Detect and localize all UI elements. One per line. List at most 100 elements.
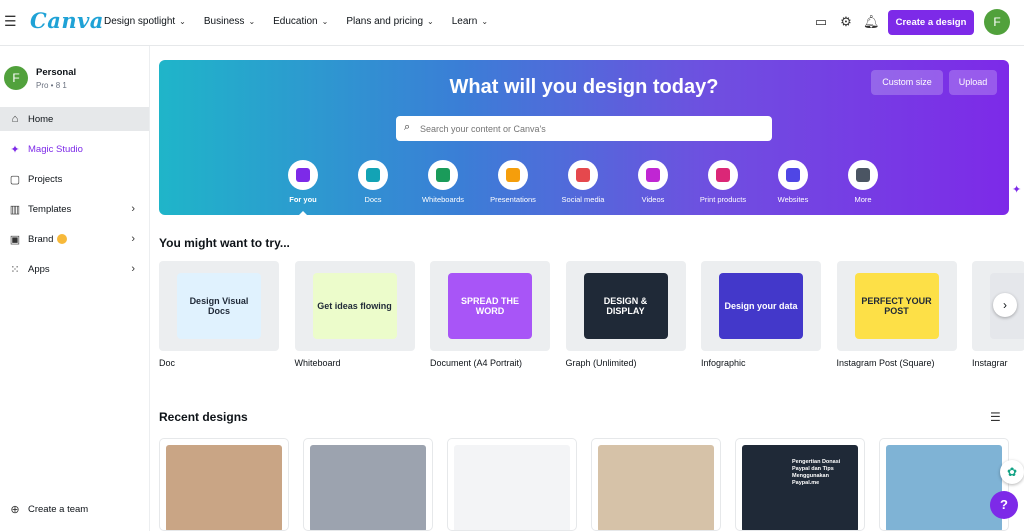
template-label[interactable]: Instagrar	[972, 358, 1008, 368]
search-input[interactable]	[420, 120, 760, 137]
hamburger-icon[interactable]: ☰	[4, 14, 17, 28]
category-icon	[708, 160, 738, 190]
recent-design-card[interactable]	[447, 438, 577, 531]
design-thumbnail	[454, 445, 570, 530]
category-2[interactable]: Whiteboards	[408, 160, 478, 204]
template-label[interactable]: Document (A4 Portrait)	[430, 358, 522, 368]
category-label: Social media	[561, 195, 605, 204]
category-1[interactable]: Docs	[338, 160, 408, 204]
category-icon	[498, 160, 528, 190]
team-icon: ⊕	[10, 503, 20, 516]
nav-business[interactable]: Business ⌄	[204, 16, 255, 27]
desktop-icon[interactable]: ▭	[813, 14, 829, 30]
template-thumbnail: Get ideas flowing	[312, 273, 397, 339]
template-card[interactable]: SPREAD THE WORD	[430, 261, 550, 351]
category-label: Presentations	[490, 195, 536, 204]
category-7[interactable]: Websites	[758, 160, 828, 204]
category-label: Whiteboards	[421, 195, 465, 204]
create-design-button[interactable]: Create a design	[888, 10, 974, 35]
chevron-right-icon: ›	[131, 263, 135, 275]
search-bar[interactable]: ⌕	[396, 116, 772, 141]
search-icon: ⌕	[404, 121, 411, 133]
recent-design-card[interactable]	[159, 438, 289, 531]
template-thumbnail: PERFECT YOUR POST	[854, 273, 939, 339]
sidebar-item-apps[interactable]: ⁙ Apps ›	[0, 257, 149, 281]
sidebar-item-brand[interactable]: ▣ Brand ›	[0, 227, 149, 251]
template-label[interactable]: Infographic	[701, 358, 746, 368]
nav-plans-pricing[interactable]: Plans and pricing ⌄	[346, 16, 433, 27]
category-8[interactable]: More	[828, 160, 898, 204]
template-card[interactable]: Get ideas flowing	[294, 261, 415, 351]
design-thumbnail	[310, 445, 426, 530]
list-view-icon[interactable]: ☰	[990, 410, 1001, 424]
category-icon	[428, 160, 458, 190]
template-label[interactable]: Graph (Unlimited)	[566, 358, 637, 368]
help-button[interactable]: ?	[990, 491, 1018, 519]
gear-icon[interactable]: ⚙	[838, 14, 854, 30]
chevron-down-icon: ⌄	[427, 17, 434, 26]
template-label[interactable]: Doc	[159, 358, 175, 368]
sparkle-icon[interactable]: ✦	[1012, 183, 1021, 196]
category-3[interactable]: Presentations	[478, 160, 548, 204]
template-label[interactable]: Whiteboard	[295, 358, 341, 368]
template-label[interactable]: Instagram Post (Square)	[837, 358, 935, 368]
category-6[interactable]: Print products	[688, 160, 758, 204]
template-card[interactable]: DESIGN & DISPLAY	[565, 261, 686, 351]
category-icon	[358, 160, 388, 190]
template-thumbnail: SPREAD THE WORD	[448, 273, 532, 339]
design-thumbnail	[598, 445, 714, 530]
nav-design-spotlight[interactable]: Design spotlight ⌄	[104, 16, 186, 27]
template-card[interactable]: Design Visual Docs	[159, 261, 279, 351]
brand-icon: ▣	[9, 233, 21, 246]
sidebar-item-home[interactable]: ⌂ Home	[0, 107, 149, 131]
account-name[interactable]: Personal	[36, 67, 76, 78]
bell-icon[interactable]: 🔔︎	[863, 14, 880, 30]
category-label: Videos	[641, 195, 665, 204]
category-glyph	[576, 168, 590, 182]
avatar[interactable]: F	[984, 9, 1010, 35]
chevron-down-icon: ⌄	[248, 17, 256, 26]
category-glyph	[506, 168, 520, 182]
recent-design-card[interactable]	[303, 438, 433, 531]
sidebar-item-templates[interactable]: ▥ Templates ›	[0, 197, 149, 221]
design-thumbnail	[166, 445, 282, 530]
category-glyph	[436, 168, 450, 182]
category-glyph	[646, 168, 660, 182]
category-label: More	[854, 195, 872, 204]
chevron-down-icon: ⌄	[321, 17, 329, 26]
category-label: Docs	[364, 195, 382, 204]
design-title: Pengertian Donasi Paypal dan Tips Menggu…	[792, 459, 841, 486]
sidebar-item-magic-studio[interactable]: ✦ Magic Studio	[0, 137, 149, 161]
template-thumbnail: DESIGN & DISPLAY	[583, 273, 668, 339]
recent-design-card[interactable]: Pengertian Donasi Paypal dan Tips Menggu…	[735, 438, 865, 531]
canva-logo[interactable]: Canva	[30, 8, 104, 33]
nav-education[interactable]: Education ⌄	[273, 16, 328, 27]
custom-size-button[interactable]: Custom size	[871, 70, 943, 95]
recent-design-card[interactable]	[591, 438, 721, 531]
top-bar: ☰ Canva Design spotlight ⌄ Business ⌄ Educ…	[0, 0, 1024, 46]
category-0[interactable]: For you	[268, 160, 338, 215]
upload-button[interactable]: Upload	[949, 70, 997, 95]
create-team-button[interactable]: ⊕ Create a team	[0, 497, 149, 521]
sidebar-item-projects[interactable]: ▢ Projects	[0, 167, 149, 191]
design-thumbnail	[886, 445, 1002, 530]
folder-icon: ▢	[9, 173, 21, 186]
chevron-down-icon: ⌄	[481, 17, 489, 26]
recent-design-card[interactable]	[879, 438, 1009, 531]
chevron-right-icon[interactable]: ›	[993, 293, 1017, 317]
apps-icon: ⁙	[10, 263, 20, 276]
category-icon	[288, 160, 318, 190]
category-icon	[638, 160, 668, 190]
category-glyph	[786, 168, 800, 182]
category-5[interactable]: Videos	[618, 160, 688, 204]
home-icon: ⌂	[11, 113, 19, 125]
account-avatar[interactable]: F	[4, 66, 28, 90]
nav-learn[interactable]: Learn ⌄	[452, 16, 488, 27]
sparkle-icon: ✦	[10, 143, 20, 156]
template-thumbnail: Design Visual Docs	[177, 273, 261, 339]
category-4[interactable]: Social media	[548, 160, 618, 204]
chevron-down-icon: ⌄	[179, 17, 186, 26]
template-card[interactable]: Design your data	[701, 261, 821, 351]
assistant-icon[interactable]: ✿	[1000, 460, 1024, 484]
template-card[interactable]: PERFECT YOUR POST	[836, 261, 957, 351]
